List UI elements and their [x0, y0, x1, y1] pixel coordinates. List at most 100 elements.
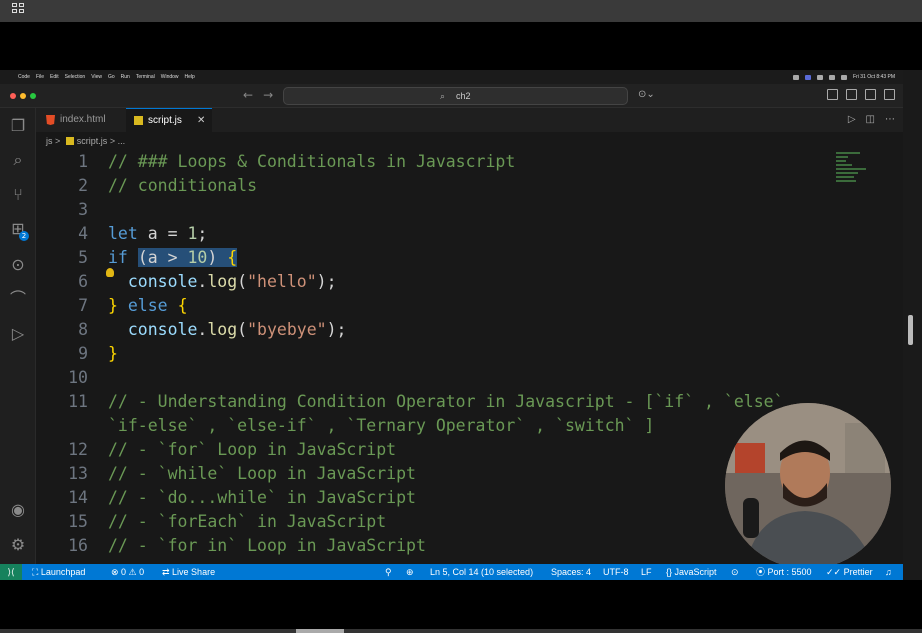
line-number: 4	[78, 224, 88, 243]
remote-explorer-icon[interactable]: ⌒	[8, 289, 28, 309]
pin-icon[interactable]: ⚲	[385, 564, 392, 580]
javascript-icon	[65, 137, 74, 145]
menu-run[interactable]: Run	[121, 74, 130, 80]
notifications-icon[interactable]: ♫	[885, 564, 892, 580]
activity-bar: ❐ ⌕ ⑂ ⊞ 2 ⊙ ⌒ ▷ ◉ ⚙	[0, 108, 36, 564]
line-code: `if-else` , `else-if` , `Ternary Operato…	[108, 416, 655, 435]
zoom-window-button[interactable]	[30, 93, 36, 99]
menubar-datetime[interactable]: Fri 31 Oct 8:43 PM	[853, 74, 895, 80]
status-icon[interactable]	[805, 74, 812, 80]
line-number: 6	[78, 272, 88, 291]
command-center-search[interactable]: ⌕ ch2	[283, 87, 628, 105]
search-icon[interactable]: ⌕	[8, 150, 28, 170]
window-titlebar: ← → ⌕ ch2 ⊙⌄	[0, 84, 903, 108]
menu-window[interactable]: Window	[161, 74, 179, 80]
indentation[interactable]: Spaces: 4	[551, 564, 591, 580]
video-letterbox-top	[0, 22, 922, 70]
copilot-icon[interactable]: ⊙⌄	[638, 89, 655, 100]
line-ending[interactable]: LF	[641, 564, 652, 580]
status-icon[interactable]	[817, 74, 824, 80]
html5-icon	[46, 115, 55, 125]
line-number: 10	[68, 368, 88, 387]
video-progress[interactable]	[0, 629, 922, 633]
extensions-badge: 2	[19, 231, 29, 241]
menu-edit[interactable]: Edit	[50, 74, 59, 80]
chevron-right-icon: >	[109, 136, 116, 146]
remote-indicator[interactable]: ⟩⟨	[0, 564, 22, 580]
toggle-secondary-sidebar-icon[interactable]	[884, 89, 895, 100]
presenter-webcam	[725, 403, 891, 569]
launchpad-button[interactable]: ⛶ Launchpad	[32, 564, 85, 580]
zoom-icon[interactable]: ⊕	[406, 564, 414, 580]
menu-view[interactable]: View	[91, 74, 102, 80]
line-number: 12	[68, 440, 88, 459]
close-window-button[interactable]	[10, 93, 16, 99]
menu-selection[interactable]: Selection	[65, 74, 86, 80]
source-control-icon[interactable]: ⑂	[8, 185, 28, 205]
menu-terminal[interactable]: Terminal	[136, 74, 155, 80]
line-code: if (a > 10) {	[108, 248, 238, 267]
run-debug-icon[interactable]: ▷	[8, 324, 28, 344]
minimap[interactable]	[836, 150, 886, 190]
prettier-status[interactable]: ✓✓ Prettier	[826, 564, 873, 580]
explorer-icon[interactable]: ❐	[8, 116, 28, 136]
problems-indicator[interactable]: ⊗ 0 ⚠ 0	[111, 564, 144, 580]
search-icon[interactable]	[841, 74, 848, 80]
encoding[interactable]: UTF-8	[603, 564, 629, 580]
line-code: console.log("hello");	[127, 272, 337, 291]
line-code: let a = 1;	[108, 224, 208, 243]
line-code: // - `for in` Loop in JavaScript	[108, 536, 426, 555]
menu-go[interactable]: Go	[108, 74, 115, 80]
scroll-thumb[interactable]	[908, 315, 913, 345]
account-icon[interactable]: ◉	[8, 500, 28, 520]
line-number: 7	[78, 296, 88, 315]
line-code: // ### Loops & Conditionals in Javascrip…	[108, 152, 516, 171]
host-scrollbar[interactable]	[903, 70, 922, 580]
line-number: 3	[78, 200, 88, 219]
grid-icon[interactable]	[12, 3, 26, 15]
status-icon[interactable]	[793, 74, 800, 80]
status-bar: ⟩⟨ ⛶ Launchpad ⊗ 0 ⚠ 0 ⇄ Live Share ⚲ ⊕ …	[0, 564, 903, 580]
line-number: 2	[78, 176, 88, 195]
close-tab-icon[interactable]: ✕	[197, 109, 205, 133]
breadcrumb: js > script.js > ...	[36, 132, 903, 150]
copilot-status-icon[interactable]: ⊙	[731, 564, 739, 580]
live-server-port[interactable]: ⦿ Port : 5500	[756, 564, 812, 580]
workspace-name: ch2	[456, 91, 471, 101]
split-editor-icon[interactable]: ◫	[866, 114, 875, 125]
toggle-sidebar-icon[interactable]	[846, 89, 857, 100]
tab-index-html[interactable]: index.html	[36, 108, 126, 132]
minimize-window-button[interactable]	[20, 93, 26, 99]
toggle-panel-icon[interactable]	[865, 89, 876, 100]
git-graph-icon[interactable]: ⊙	[8, 255, 28, 275]
breadcrumb-file[interactable]: script.js	[77, 136, 108, 146]
javascript-icon	[134, 116, 143, 125]
customize-layout-icon[interactable]	[827, 89, 838, 100]
line-code: // - Understanding Condition Operator in…	[108, 392, 804, 411]
back-arrow-icon[interactable]: ←	[243, 88, 253, 102]
menu-file[interactable]: File	[36, 74, 44, 80]
wifi-icon[interactable]	[829, 74, 836, 80]
menu-code[interactable]: Code	[18, 74, 30, 80]
run-icon[interactable]: ▷	[848, 114, 856, 125]
settings-gear-icon[interactable]: ⚙	[8, 535, 28, 555]
tab-script-js[interactable]: script.js ✕	[126, 108, 212, 132]
history-nav: ← →	[243, 88, 273, 102]
menubar-items: Code File Edit Selection View Go Run Ter…	[18, 74, 195, 80]
line-code: // - `do...while` in JavaScript	[108, 488, 416, 507]
line-number: 11	[68, 392, 88, 411]
more-actions-icon[interactable]: ⋯	[885, 114, 895, 125]
forward-arrow-icon[interactable]: →	[263, 88, 273, 102]
lightbulb-icon[interactable]	[106, 268, 114, 277]
cursor-position[interactable]: Ln 5, Col 14 (10 selected)	[430, 564, 533, 580]
breadcrumb-folder[interactable]: js	[46, 136, 53, 146]
chevron-right-icon: >	[55, 136, 61, 146]
live-share-button[interactable]: ⇄ Live Share	[162, 564, 215, 580]
menu-help[interactable]: Help	[185, 74, 195, 80]
line-number: 13	[68, 464, 88, 483]
breadcrumb-symbol[interactable]: ...	[118, 136, 126, 146]
layout-controls	[827, 89, 895, 100]
window-controls	[10, 93, 36, 99]
language-mode[interactable]: {} JavaScript	[666, 564, 717, 580]
mac-menubar: Code File Edit Selection View Go Run Ter…	[0, 70, 903, 84]
